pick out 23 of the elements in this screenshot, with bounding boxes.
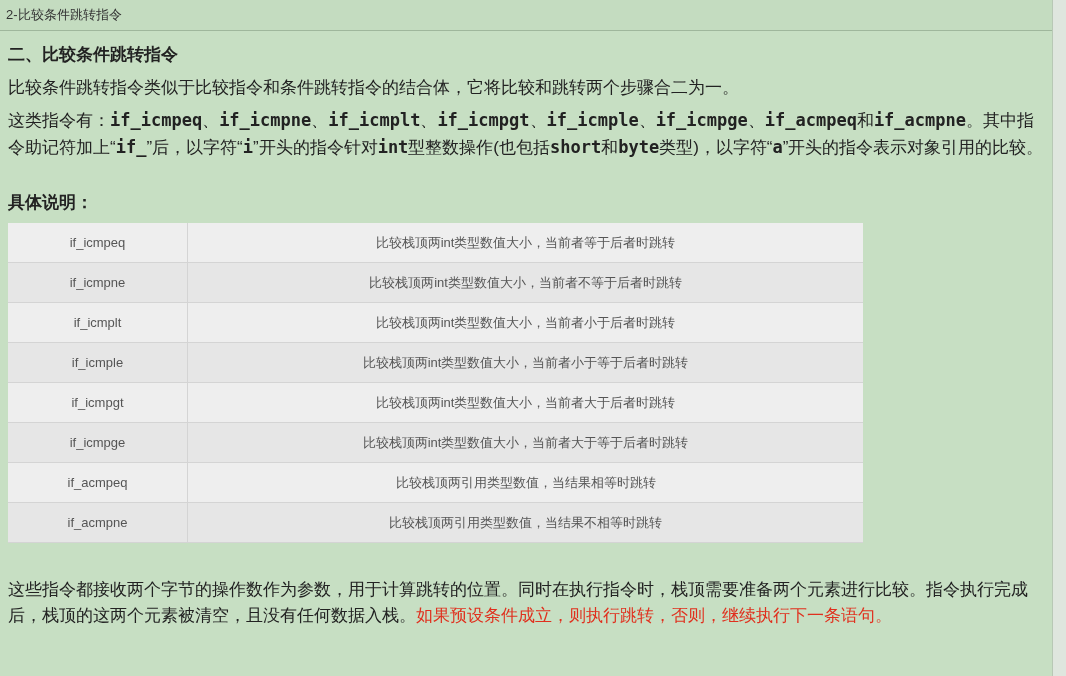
instruction-paragraph: 这类指令有：if_icmpeq、if_icmpne、if_icmplt、if_icmpgt、if_icmple、if_icmpge、if_acmpeq和if_acmpne。其中指令助记符加上“if_”后，以字符“i”开头的指令针对int型整数操作(也包括short和byte类型)，以字符“a”开头的指令表示对象引用的比较。 [8, 109, 1044, 159]
instruction-cell: if_icmple [8, 343, 188, 382]
instruction-cell: if_icmpeq [8, 223, 188, 262]
instruction-cell: if_icmplt [8, 303, 188, 342]
section-heading: 二、比较条件跳转指令 [8, 44, 179, 66]
description-cell-text: 比较栈顶两int类型数值大小，当前者大于后者时跳转 [374, 393, 677, 412]
description-cell-text: 比较栈顶两int类型数值大小，当前者小于后者时跳转 [374, 313, 677, 332]
instruction-cell: if_icmpne [8, 263, 188, 302]
instruction-cell: if_icmpgt [8, 383, 188, 422]
description-cell-text: 比较栈顶两int类型数值大小，当前者等于后者时跳转 [374, 233, 677, 252]
description-cell-text: 比较栈顶两引用类型数值，当结果相等时跳转 [394, 473, 657, 492]
instruction-cell: if_icmpge [8, 423, 188, 462]
description-cell-text: 比较栈顶两int类型数值大小，当前者小于等于后者时跳转 [361, 353, 690, 372]
document-title: 2-比较条件跳转指令 [6, 6, 122, 25]
instruction-cell: if_acmpeq [8, 463, 188, 502]
description-cell-text: 比较栈顶两引用类型数值，当结果不相等时跳转 [388, 513, 663, 532]
instruction-cell: if_acmpne [8, 503, 188, 542]
description-cell-text: 比较栈顶两int类型数值大小，当前者不等于后者时跳转 [368, 273, 683, 292]
closing-paragraph: 这些指令都接收两个字节的操作数作为参数，用于计算跳转的位置。同时在执行指令时，栈顶需要准备两个元素进行比较。指令执行完成后，栈顶的这两个元素被清空，且没有任何数据入栈。如果预设条件成立，则执行跳转，否则，继续执行下一条语句。 [8, 579, 1029, 627]
subheading: 具体说明： [8, 192, 94, 214]
intro-paragraph: 比较条件跳转指令类似于比较指令和条件跳转指令的结合体，它将比较和跳转两个步骤合二为一。 [8, 77, 740, 99]
scrollbar-track[interactable] [1052, 0, 1066, 676]
description-cell-text: 比较栈顶两int类型数值大小，当前者大于等于后者时跳转 [361, 433, 690, 452]
